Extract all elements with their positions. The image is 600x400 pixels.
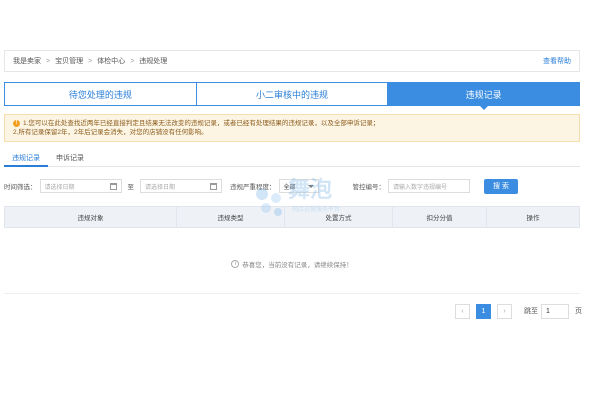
page-button-current[interactable]: 1	[476, 303, 491, 319]
column-actions: 操作	[526, 215, 540, 222]
prev-page-button[interactable]: ‹	[455, 303, 470, 319]
notice-box: ! 1.您可以在此处查找近两年已经直接判定且结果无法改变的违规记录，或者已经有处…	[4, 114, 580, 142]
info-icon: i	[231, 260, 240, 268]
chevron-down-icon	[307, 185, 314, 188]
breadcrumb: 我是卖家 > 宝贝管理 > 体检中心 > 违规处理 查看帮助	[4, 50, 580, 72]
table-header: 违规对象 违规类型 处置方式 扣分分值 操作	[4, 206, 580, 228]
date-range-to-label: 至	[127, 184, 135, 191]
end-date-input[interactable]: 请选择日期	[140, 179, 222, 193]
end-date-placeholder: 请选择日期	[145, 184, 176, 191]
notice-line-2: 2.所有记录保留2年，2年后记录会消失，对您的店铺没有任何影响。	[13, 129, 208, 136]
tab-pending-violations[interactable]: 待您处理的违规	[5, 83, 197, 105]
page-unit-label: 页	[575, 308, 582, 315]
time-filter-label: 时间筛选：	[4, 184, 37, 191]
severity-select-value: 全部	[283, 184, 296, 191]
calendar-icon	[109, 183, 117, 190]
breadcrumb-item-goods[interactable]: 宝贝管理	[55, 56, 83, 66]
breadcrumb-item-violations: 违规处理	[139, 58, 168, 65]
calendar-icon	[210, 183, 217, 190]
next-page-button[interactable]: ›	[497, 303, 512, 319]
search-button[interactable]: 搜 索	[484, 178, 518, 194]
warning-icon: !	[13, 120, 20, 127]
column-violation-type: 违规类型	[177, 207, 285, 227]
severity-label: 违规严重程度：	[230, 184, 276, 191]
sub-tabs: 违规记录 申诉记录	[4, 153, 580, 167]
main-tabs: 待您处理的违规 小二审核中的违规 违规记录	[4, 82, 580, 110]
breadcrumb-separator: >	[130, 57, 135, 65]
tab-violation-records[interactable]: 违规记录	[388, 83, 580, 110]
goto-label: 跳至	[524, 308, 538, 315]
control-number-input[interactable]: 请输入数字违规编号	[388, 179, 470, 193]
column-disposal-method: 处置方式	[285, 207, 393, 227]
tab-under-review[interactable]: 小二审核中的违规	[196, 83, 389, 105]
goto-page-input[interactable]: 1	[541, 303, 569, 319]
pagination: ‹ 1 › 跳至 1 页	[455, 303, 582, 319]
breadcrumb-separator: >	[88, 57, 93, 65]
start-date-input[interactable]: 请选择日期	[39, 179, 122, 193]
empty-state: i 恭喜您，当前没有记录，请继续保持！	[4, 259, 580, 269]
column-deduction-points: 扣分分值	[393, 207, 487, 227]
notice-line-1: 1.您可以在此处查找近两年已经直接判定且结果无法改变的违规记录，或者已经有处理结…	[23, 120, 380, 127]
breadcrumb-item-checkup[interactable]: 体检中心	[97, 56, 125, 66]
divider	[4, 293, 580, 294]
control-number-placeholder: 请输入数字违规编号	[393, 184, 448, 191]
subtab-violation-records[interactable]: 违规记录	[4, 153, 48, 167]
empty-state-message: 恭喜您，当前没有记录，请继续保持！	[242, 262, 353, 269]
filter-row: 时间筛选： 请选择日期 至 请选择日期 违规严重程度： 全部 管控编号： 请输入…	[4, 178, 580, 194]
control-number-label: 管控编号：	[352, 184, 386, 191]
help-link[interactable]: 查看帮助	[543, 56, 571, 66]
start-date-placeholder: 请选择日期	[44, 184, 75, 191]
column-violation-object: 违规对象	[5, 207, 177, 227]
breadcrumb-item-seller[interactable]: 我是卖家	[13, 56, 41, 66]
breadcrumb-separator: >	[46, 57, 51, 65]
subtab-appeal-records[interactable]: 申诉记录	[48, 153, 92, 167]
severity-select[interactable]: 全部	[278, 179, 319, 193]
